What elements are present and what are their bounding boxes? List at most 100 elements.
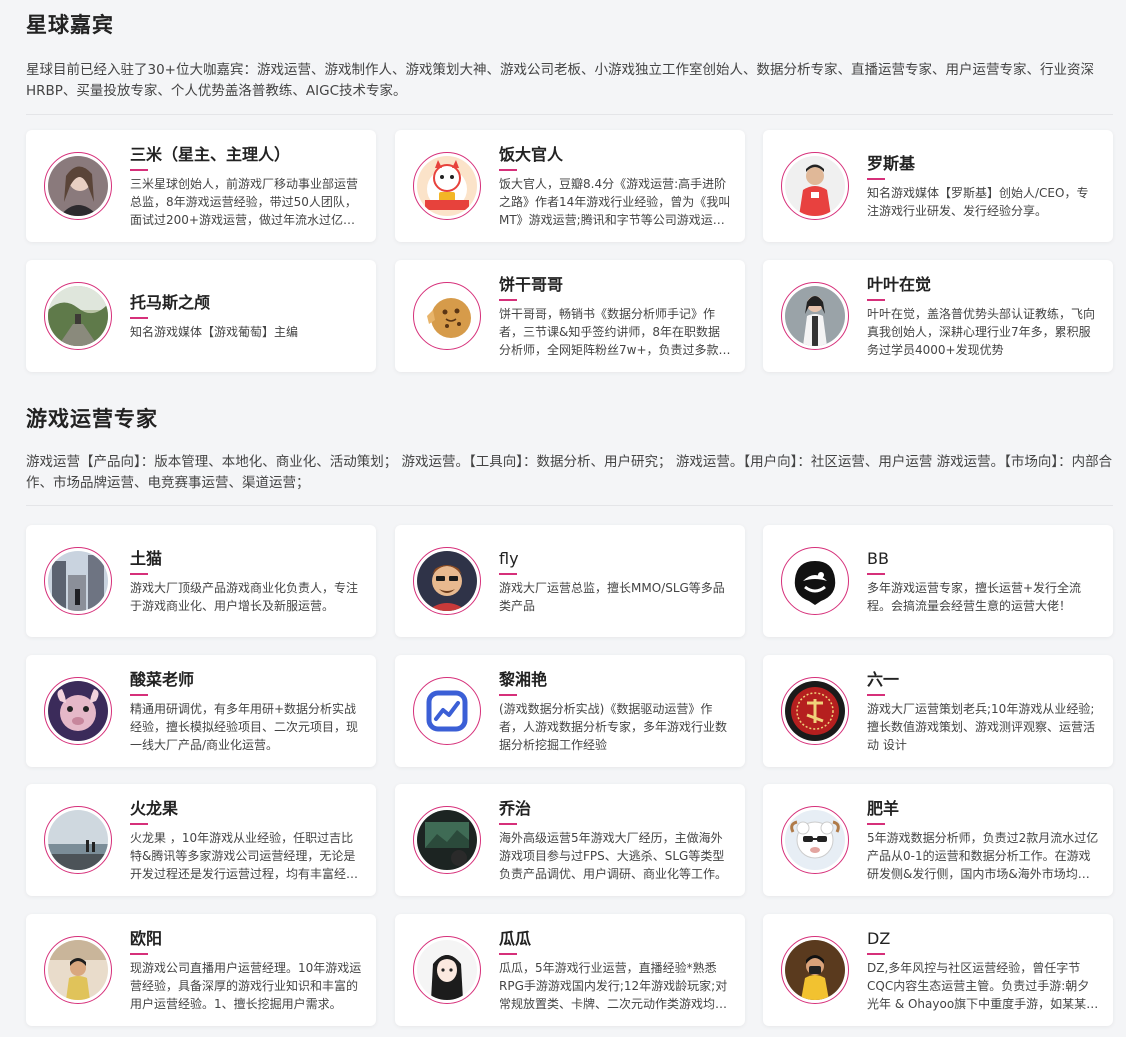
expert-card[interactable]: fly 游戏大厂运营总监，擅长MMO/SLG等多品类产品: [395, 525, 745, 637]
portrait-photo-icon: [785, 286, 845, 346]
expert-bio: 瓜瓜，5年游戏行业运营，直播经验*熟悉RPG手游游戏国内发行;12年游戏龄玩家;…: [499, 960, 728, 1011]
expert-bio: 现游戏公司直播用户运营经理。10年游戏运营经验，具备深厚的游戏行业知识和丰富的用…: [130, 960, 362, 1011]
experts-section-header: 游戏运营专家 游戏运营【产品向】：版本管理、本地化、商业化、活动策划； 游戏运营…: [26, 404, 1113, 506]
portrait-photo-icon: [48, 156, 108, 216]
guest-name: 罗斯基: [867, 153, 916, 173]
expert-bio: 海外高级运营5年游戏大厂经历，主做海外游戏项目参与过FPS、大逃杀、SLG等类型…: [499, 830, 728, 881]
landscape-photo-icon: [48, 286, 108, 346]
guest-card[interactable]: 饭大官人 饭大官人，豆瓣8.4分《游戏运营:高手进阶之路》作者14年游戏行业经验…: [395, 130, 745, 242]
expert-name: 乔治: [499, 798, 532, 818]
avatar: [44, 547, 112, 615]
expert-name: 欧阳: [130, 928, 163, 948]
name-underline: [499, 693, 517, 696]
expert-name: 酸菜老师: [130, 669, 195, 689]
guest-card[interactable]: 叶叶在觉 叶叶在觉，盖洛普优势头部认证教练，飞向真我创始人，深耕心理行业7年多，…: [763, 260, 1113, 372]
guest-card[interactable]: 罗斯基 知名游戏媒体【罗斯基】创始人/CEO，专注游戏行业研发、发行经验分享。: [763, 130, 1113, 242]
section-divider: [26, 114, 1113, 115]
name-underline: [867, 298, 885, 301]
expert-card[interactable]: 欧阳 现游戏公司直播用户运营经理。10年游戏运营经验，具备深厚的游戏行业知识和丰…: [26, 914, 376, 1026]
avatar: [781, 677, 849, 745]
guests-section-header: 星球嘉宾 星球目前已经入驻了30+位大咖嘉宾：游戏运营、游戏制作人、游戏策划大神…: [26, 10, 1113, 115]
guest-name: 三米（星主、主理人）: [130, 144, 291, 164]
name-underline: [867, 822, 885, 825]
name-underline: [130, 952, 148, 955]
portrait-photo-icon: [48, 940, 108, 1000]
experts-section-description: 游戏运营【产品向】：版本管理、本地化、商业化、活动策划； 游戏运营。【工具向】：…: [26, 454, 1113, 491]
guest-card[interactable]: 饼干哥哥 饼干哥哥，畅销书《数据分析师手记》作者，三节课&知乎签约讲师，8年在职…: [395, 260, 745, 372]
expert-card[interactable]: DZ DZ,多年风控与社区运营经验，曾任字节CQC内容生态运营主管。负责过手游:…: [763, 914, 1113, 1026]
creature-photo-icon: [48, 681, 108, 741]
seal-logo-icon: [785, 681, 845, 741]
guest-bio: 知名游戏媒体【罗斯基】创始人/CEO，专注游戏行业研发、发行经验分享。: [867, 185, 1089, 218]
name-underline: [499, 168, 517, 171]
guest-card[interactable]: 三米（星主、主理人） 三米星球创始人，前游戏厂移动事业部运营总监，8年游戏运营经…: [26, 130, 376, 242]
avatar: [413, 152, 481, 220]
avatar: [781, 547, 849, 615]
name-underline: [130, 316, 148, 319]
avatar: [781, 282, 849, 350]
name-underline: [499, 298, 517, 301]
expert-bio: 精通用研调优，有多年用研+数据分析实战经验，擅长模拟经验项目、二次元项目，现一线…: [130, 701, 359, 752]
guest-bio: 叶叶在觉，盖洛普优势头部认证教练，飞向真我创始人，深耕心理行业7年多，累积服务过…: [867, 306, 1096, 357]
avatar: [44, 806, 112, 874]
cookie-icon: [417, 286, 477, 346]
guests-section-title: 星球嘉宾: [26, 13, 114, 37]
name-underline: [499, 572, 517, 575]
expert-name: 瓜瓜: [499, 928, 532, 948]
avatar: [781, 936, 849, 1004]
avatar: [413, 806, 481, 874]
guest-card[interactable]: 托马斯之颅 知名游戏媒体【游戏葡萄】主编: [26, 260, 376, 372]
guest-bio: 饼干哥哥，畅销书《数据分析师手记》作者，三节课&知乎签约讲师，8年在职数据分析师…: [499, 306, 731, 357]
avatar: [44, 936, 112, 1004]
avatar: [781, 152, 849, 220]
avatar: [44, 282, 112, 350]
expert-name: 肥羊: [867, 798, 900, 818]
avatar: [413, 282, 481, 350]
avatar: [413, 547, 481, 615]
portrait-photo-icon: [785, 156, 845, 216]
guest-name: 饼干哥哥: [499, 274, 564, 294]
expert-bio: 火龙果 ，10年游戏从业经验，任职过吉比特&腾讯等多家游戏公司运营经理，无论是开…: [130, 830, 356, 881]
expert-bio: 5年游戏数据分析师，负责过2款月流水过亿产品从0-1的运营和数据分析工作。在游戏…: [867, 830, 1099, 881]
expert-bio: DZ,多年风控与社区运营经验，曾任字节CQC内容生态运营主管。负责过手游:朝夕光…: [867, 960, 1099, 1011]
guest-bio: 三米星球创始人，前游戏厂移动事业部运营总监，8年游戏运营经验，带过50人团队，面…: [130, 176, 359, 227]
expert-card[interactable]: 肥羊 5年游戏数据分析师，负责过2款月流水过亿产品从0-1的运营和数据分析工作。…: [763, 784, 1113, 896]
lucky-cat-icon: [417, 156, 477, 216]
expert-name: 火龙果: [130, 798, 179, 818]
expert-card[interactable]: 酸菜老师 精通用研调优，有多年用研+数据分析实战经验，擅长模拟经验项目、二次元项…: [26, 655, 376, 767]
avatar: [781, 806, 849, 874]
avatar: [44, 152, 112, 220]
expert-name: 黎湘艳: [499, 669, 548, 689]
name-underline: [130, 693, 148, 696]
expert-card[interactable]: 火龙果 火龙果 ，10年游戏从业经验，任职过吉比特&腾讯等多家游戏公司运营经理，…: [26, 784, 376, 896]
name-underline: [499, 822, 517, 825]
expert-card[interactable]: BB 多年游戏运营专家，擅长运营+发行全流程。会搞流量会经营生意的运营大佬！: [763, 525, 1113, 637]
expert-card[interactable]: 六一 游戏大厂运营策划老兵;10年游戏从业经验;擅长数值游戏策划、游戏测评观察、…: [763, 655, 1113, 767]
screen-photo-icon: [417, 810, 477, 870]
avatar: [413, 936, 481, 1004]
name-underline: [867, 572, 885, 575]
name-underline: [130, 572, 148, 575]
name-underline: [867, 693, 885, 696]
cartoon-avatar-icon: [417, 551, 477, 611]
name-underline: [867, 177, 885, 180]
name-underline: [867, 952, 885, 955]
avatar: [44, 677, 112, 745]
expert-card[interactable]: 瓜瓜 瓜瓜，5年游戏行业运营，直播经验*熟悉RPG手游游戏国内发行;12年游戏龄…: [395, 914, 745, 1026]
seaside-photo-icon: [48, 810, 108, 870]
name-underline: [130, 822, 148, 825]
guest-bio: 知名游戏媒体【游戏葡萄】主编: [130, 324, 299, 339]
expert-card[interactable]: 乔治 海外高级运营5年游戏大厂经历，主做海外游戏项目参与过FPS、大逃杀、SLG…: [395, 784, 745, 896]
expert-name: DZ: [867, 928, 891, 948]
experts-section-title: 游戏运营专家: [26, 407, 158, 431]
expert-name: fly: [499, 548, 519, 568]
expert-card[interactable]: 土猫 游戏大厂顶级产品游戏商业化负责人，专注于游戏商业化、用户增长及新服运营。: [26, 525, 376, 637]
bird-logo-icon: [785, 551, 845, 611]
expert-card[interactable]: 黎湘艳 (游戏数据分析实战)《数据驱动运营》作者，人游戏数据分析专家，多年游戏行…: [395, 655, 745, 767]
guest-name: 托马斯之颅: [130, 292, 211, 312]
expert-name: 土猫: [130, 548, 163, 568]
sheep-cartoon-icon: [785, 810, 845, 870]
section-divider: [26, 505, 1113, 506]
expert-bio: 游戏大厂运营总监，擅长MMO/SLG等多品类产品: [499, 580, 725, 613]
expert-bio: (游戏数据分析实战)《数据驱动运营》作者，人游戏数据分析专家，多年游戏行业数据分…: [499, 701, 728, 752]
